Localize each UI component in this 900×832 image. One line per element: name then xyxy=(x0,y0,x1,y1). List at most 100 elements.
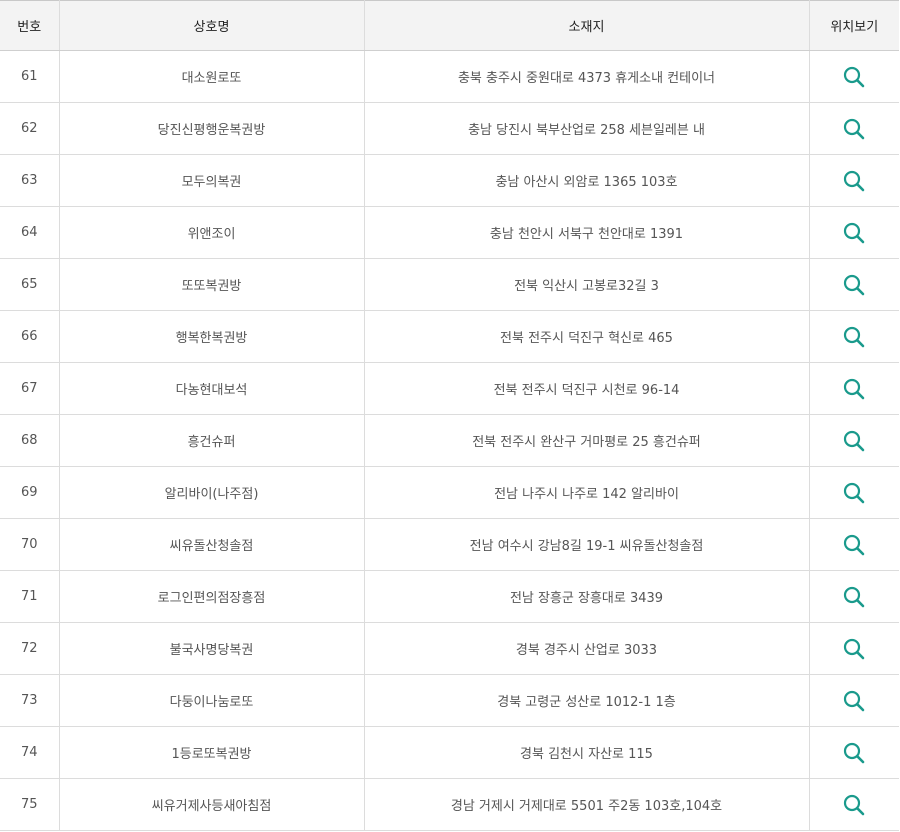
view-location-button[interactable] xyxy=(842,585,866,609)
row-store-name: 1등로또복권방 xyxy=(58,726,364,779)
row-number: 63 xyxy=(0,154,59,207)
row-number: 69 xyxy=(0,466,59,519)
row-store-name: 씨유거제사등새아침점 xyxy=(58,778,364,831)
row-location-cell xyxy=(808,570,899,623)
view-location-button[interactable] xyxy=(842,741,866,765)
row-location-cell xyxy=(808,154,899,207)
row-store-name: 당진신평행운복권방 xyxy=(58,102,364,155)
table-row: 72 불국사명당복권 경북 경주시 산업로 3033 xyxy=(0,622,899,675)
row-address: 충남 당진시 북부산업로 258 세븐일레븐 내 xyxy=(363,102,809,155)
table-row: 74 1등로또복권방 경북 김천시 자산로 115 xyxy=(0,726,899,779)
view-location-button[interactable] xyxy=(842,429,866,453)
view-location-button[interactable] xyxy=(842,65,866,89)
search-icon xyxy=(844,274,865,295)
row-store-name: 다농현대보석 xyxy=(58,362,364,415)
header-address: 소재지 xyxy=(363,0,809,51)
row-store-name: 모두의복권 xyxy=(58,154,364,207)
view-location-button[interactable] xyxy=(842,325,866,349)
row-address: 전북 전주시 덕진구 혁신로 465 xyxy=(363,310,809,363)
view-location-button[interactable] xyxy=(842,273,866,297)
row-number: 72 xyxy=(0,622,59,675)
view-location-button[interactable] xyxy=(842,637,866,661)
row-store-name: 행복한복권방 xyxy=(58,310,364,363)
search-icon xyxy=(844,534,865,555)
table-row: 68 흥건슈퍼 전북 전주시 완산구 거마평로 25 흥건슈퍼 xyxy=(0,414,899,467)
row-store-name: 흥건슈퍼 xyxy=(58,414,364,467)
store-table: 번호 상호명 소재지 위치보기 61 대소원로또 충북 충주시 중원대로 4373 … xyxy=(0,0,899,831)
row-number: 75 xyxy=(0,778,59,831)
row-number: 64 xyxy=(0,206,59,259)
row-number: 74 xyxy=(0,726,59,779)
row-address: 충남 천안시 서북구 천안대로 1391 xyxy=(363,206,809,259)
row-location-cell xyxy=(808,50,899,103)
table-row: 69 알리바이(나주점) 전남 나주시 나주로 142 알리바이 xyxy=(0,466,899,519)
table-row: 65 또또복권방 전북 익산시 고봉로32길 3 xyxy=(0,258,899,311)
row-location-cell xyxy=(808,518,899,571)
row-store-name: 알리바이(나주점) xyxy=(58,466,364,519)
table-row: 71 로그인편의점장흥점 전남 장흥군 장흥대로 3439 xyxy=(0,570,899,623)
row-store-name: 대소원로또 xyxy=(58,50,364,103)
row-location-cell xyxy=(808,310,899,363)
table-row: 67 다농현대보석 전북 전주시 덕진구 시천로 96-14 xyxy=(0,362,899,415)
row-address: 전남 여수시 강남8길 19-1 씨유돌산청솔점 xyxy=(363,518,809,571)
view-location-button[interactable] xyxy=(842,169,866,193)
row-number: 70 xyxy=(0,518,59,571)
row-store-name: 다둥이나눔로또 xyxy=(58,674,364,727)
row-address: 전남 나주시 나주로 142 알리바이 xyxy=(363,466,809,519)
row-address: 충남 아산시 외암로 1365 103호 xyxy=(363,154,809,207)
row-address: 전북 전주시 덕진구 시천로 96-14 xyxy=(363,362,809,415)
search-icon xyxy=(844,794,865,815)
row-address: 경북 김천시 자산로 115 xyxy=(363,726,809,779)
table-row: 66 행복한복권방 전북 전주시 덕진구 혁신로 465 xyxy=(0,310,899,363)
row-address: 전북 익산시 고봉로32길 3 xyxy=(363,258,809,311)
header-store-name: 상호명 xyxy=(58,0,364,51)
row-address: 경북 고령군 성산로 1012-1 1층 xyxy=(363,674,809,727)
row-location-cell xyxy=(808,622,899,675)
row-location-cell xyxy=(808,778,899,831)
row-number: 61 xyxy=(0,50,59,103)
search-icon xyxy=(844,118,865,139)
row-location-cell xyxy=(808,258,899,311)
search-icon xyxy=(844,690,865,711)
table-row: 61 대소원로또 충북 충주시 중원대로 4373 휴게소내 컨테이너 xyxy=(0,50,899,103)
search-icon xyxy=(844,66,865,87)
row-address: 전북 전주시 완산구 거마평로 25 흥건슈퍼 xyxy=(363,414,809,467)
table-header: 번호 상호명 소재지 위치보기 xyxy=(0,0,899,51)
view-location-button[interactable] xyxy=(842,117,866,141)
search-icon xyxy=(844,222,865,243)
view-location-button[interactable] xyxy=(842,533,866,557)
row-number: 67 xyxy=(0,362,59,415)
row-location-cell xyxy=(808,362,899,415)
table-row: 64 위앤조이 충남 천안시 서북구 천안대로 1391 xyxy=(0,206,899,259)
table-row: 62 당진신평행운복권방 충남 당진시 북부산업로 258 세븐일레븐 내 xyxy=(0,102,899,155)
row-location-cell xyxy=(808,466,899,519)
row-location-cell xyxy=(808,206,899,259)
view-location-button[interactable] xyxy=(842,689,866,713)
view-location-button[interactable] xyxy=(842,481,866,505)
table-row: 63 모두의복권 충남 아산시 외암로 1365 103호 xyxy=(0,154,899,207)
view-location-button[interactable] xyxy=(842,377,866,401)
row-location-cell xyxy=(808,674,899,727)
row-number: 73 xyxy=(0,674,59,727)
table-row: 73 다둥이나눔로또 경북 고령군 성산로 1012-1 1층 xyxy=(0,674,899,727)
header-location-view: 위치보기 xyxy=(808,0,899,51)
row-store-name: 또또복권방 xyxy=(58,258,364,311)
search-icon xyxy=(844,378,865,399)
row-store-name: 로그인편의점장흥점 xyxy=(58,570,364,623)
search-icon xyxy=(844,430,865,451)
view-location-button[interactable] xyxy=(842,793,866,817)
header-number: 번호 xyxy=(0,0,59,51)
row-address: 충북 충주시 중원대로 4373 휴게소내 컨테이너 xyxy=(363,50,809,103)
row-number: 62 xyxy=(0,102,59,155)
row-number: 65 xyxy=(0,258,59,311)
row-address: 경북 경주시 산업로 3033 xyxy=(363,622,809,675)
table-row: 70 씨유돌산청솔점 전남 여수시 강남8길 19-1 씨유돌산청솔점 xyxy=(0,518,899,571)
search-icon xyxy=(844,638,865,659)
view-location-button[interactable] xyxy=(842,221,866,245)
row-location-cell xyxy=(808,414,899,467)
row-number: 68 xyxy=(0,414,59,467)
row-store-name: 씨유돌산청솔점 xyxy=(58,518,364,571)
row-number: 66 xyxy=(0,310,59,363)
row-store-name: 위앤조이 xyxy=(58,206,364,259)
row-location-cell xyxy=(808,726,899,779)
